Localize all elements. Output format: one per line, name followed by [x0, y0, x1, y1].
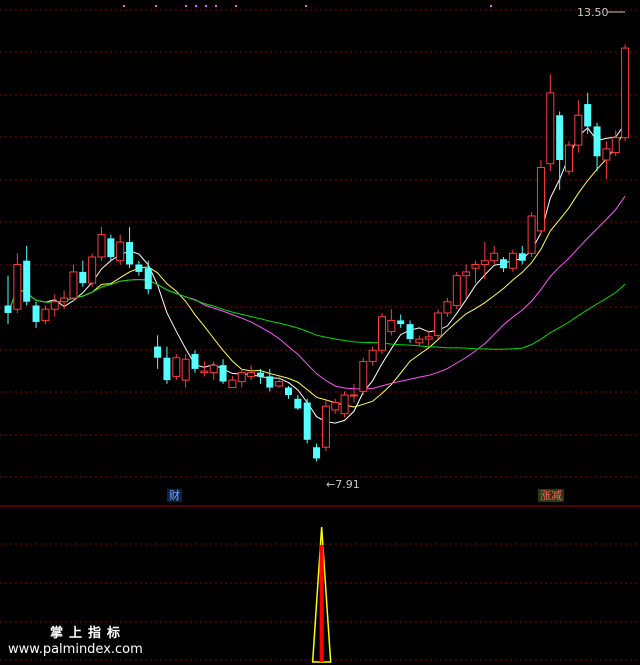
watermark-url: www.palmindex.com [8, 642, 143, 657]
candle-body-down [23, 260, 31, 302]
ma10-line [7, 129, 626, 408]
top-marker-dot [305, 5, 307, 7]
top-marker-dot [155, 5, 157, 7]
zhangjian-marker-badge: 涨减 [538, 489, 564, 502]
candle-body-up [209, 364, 218, 374]
candle-body-up [359, 360, 368, 392]
candle-body-up [508, 252, 517, 269]
candle-body-up [368, 349, 377, 362]
indicator-spike-bar [319, 545, 324, 662]
candle-body-up [331, 401, 340, 411]
high-price-label: 13.50 [577, 6, 609, 19]
candle-body-down [518, 253, 526, 261]
candle-body-up [452, 275, 461, 306]
candle-body-up [471, 263, 480, 269]
candle-body-up [181, 358, 190, 381]
top-marker-dot [215, 5, 217, 7]
candle-body-down [4, 305, 12, 313]
candlesticks [4, 44, 630, 462]
candle-body-down [219, 365, 227, 382]
candle-body-down [303, 402, 311, 440]
candle-body-down [154, 346, 162, 358]
candle-body-up [565, 144, 573, 172]
candle-body-down [144, 268, 152, 290]
candle-body-up [621, 47, 630, 139]
candle-body-up [97, 234, 106, 258]
candle-body-up [480, 260, 489, 265]
candle-body-down [191, 353, 199, 369]
candle-body-down [107, 238, 115, 257]
candle-body-down [313, 447, 321, 459]
moving-average-lines [7, 123, 626, 424]
candle-body-up [237, 372, 246, 383]
watermark-title: 掌上指标 [50, 626, 127, 641]
candle-body-up [340, 394, 349, 415]
candle-body-up [275, 381, 284, 387]
candle-body-down [32, 305, 40, 322]
candle-body-up [536, 166, 545, 232]
candle-body-up [527, 215, 536, 254]
candle-body-up [490, 252, 499, 262]
candle-body-down [406, 324, 414, 340]
candle-body-down [135, 264, 143, 272]
candle-body-up [546, 92, 555, 165]
price-labels: 13.50 ←7.91 [326, 6, 625, 491]
candle-body-up [378, 316, 386, 351]
top-marker-dot [205, 5, 207, 7]
candle-body-up [69, 271, 78, 299]
candle-body-up [60, 297, 69, 303]
candle-body-up [200, 370, 209, 374]
candle-body-down [266, 376, 274, 388]
candle-body-up [349, 394, 358, 397]
low-price-label: ←7.91 [326, 478, 360, 491]
candle-body-down [256, 372, 264, 377]
candle-body-up [88, 256, 97, 284]
candle-body-down [163, 357, 171, 381]
cai-marker-badge: 财 [167, 489, 182, 502]
top-marker-dot [235, 5, 237, 7]
candle-body-up [13, 263, 22, 310]
candle-body-up [424, 336, 433, 340]
candle-body-up [387, 319, 396, 333]
candle-body-down [500, 259, 508, 269]
candle-body-up [434, 312, 443, 336]
candle-body-up [415, 338, 424, 344]
candle-body-up [116, 241, 125, 262]
candle-body-up [41, 308, 50, 321]
candle-body-up [172, 357, 181, 377]
candle-body-up [602, 148, 611, 161]
top-marker-dot [490, 5, 492, 7]
candle-body-down [79, 271, 87, 284]
candle-body-down [556, 115, 564, 161]
candle-body-down [285, 387, 292, 396]
watermark: 掌上指标 www.palmindex.com [8, 626, 143, 658]
candle-body-down [593, 126, 601, 157]
candle-body-up [462, 271, 471, 277]
candle-body-up [50, 301, 59, 310]
top-marker-dot [123, 5, 125, 7]
ma5-line [7, 123, 626, 424]
candle-body-up [611, 137, 620, 154]
stock-chart: 13.50 ←7.91 [0, 5, 640, 663]
candle-body-up [247, 372, 256, 377]
candle-body-down [397, 320, 405, 325]
candle-body-down [294, 398, 302, 409]
top-marker-dot [195, 5, 197, 7]
indicator-panel [311, 526, 332, 663]
candle-body-down [584, 104, 592, 127]
candle-body-up [228, 379, 237, 389]
ma60-line [7, 278, 626, 350]
top-marker-dot [185, 5, 187, 7]
candle-body-up [443, 301, 452, 314]
candle-body-up [574, 114, 583, 146]
candle-body-up [321, 405, 330, 448]
candle-body-down [126, 242, 134, 265]
